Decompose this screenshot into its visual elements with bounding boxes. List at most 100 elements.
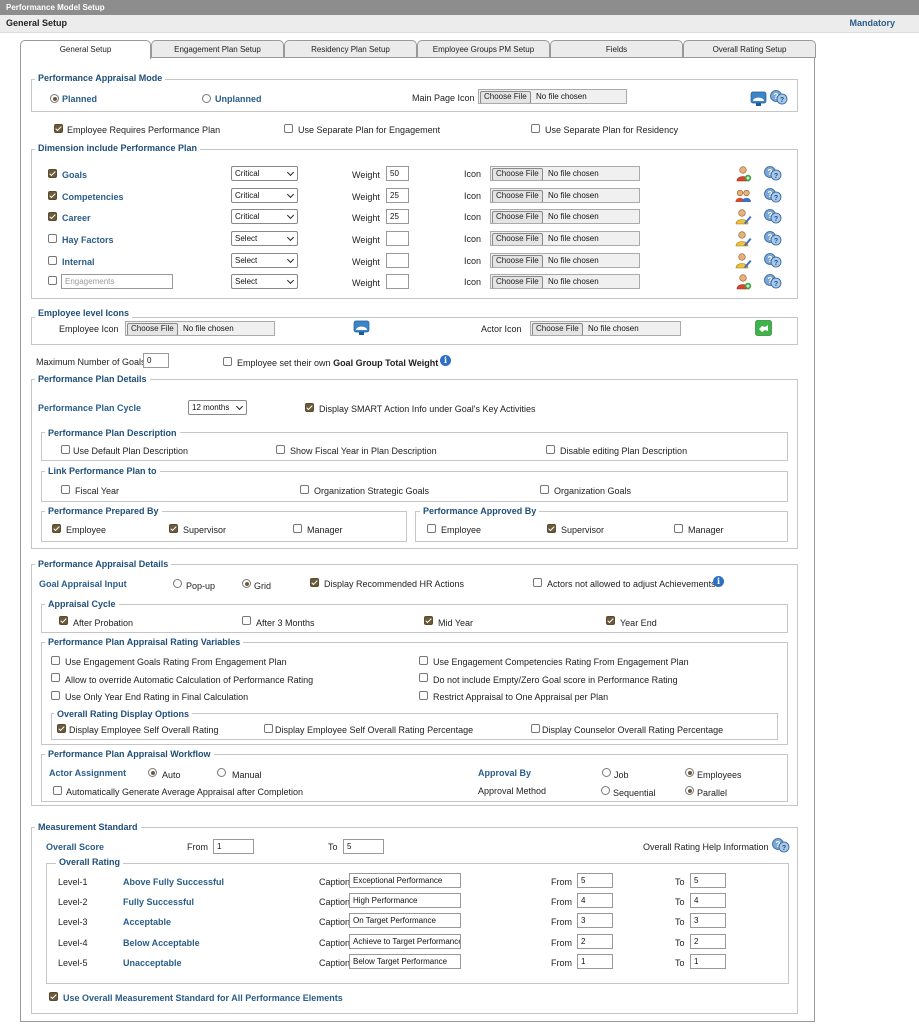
- job-radio[interactable]: [602, 768, 611, 777]
- tab-fields[interactable]: Fields: [550, 40, 683, 58]
- level-4-to-input[interactable]: 2: [690, 934, 726, 949]
- choose-file-button[interactable]: Choose File: [480, 91, 531, 103]
- show-fiscal-checkbox[interactable]: [276, 445, 285, 454]
- dimension-internal-weight-input[interactable]: [386, 253, 409, 268]
- auto-generate-checkbox[interactable]: [53, 786, 62, 795]
- display-rec-hr-checkbox[interactable]: [310, 578, 319, 587]
- level-1-from-input[interactable]: 5: [577, 873, 613, 888]
- sep-engagement-checkbox[interactable]: [284, 124, 293, 133]
- dimension-engagements-icon-file-input[interactable]: Choose File No file chosen: [490, 274, 640, 289]
- var-engagement-competencies-checkbox[interactable]: [419, 656, 428, 665]
- level-2-caption-input[interactable]: High Performance: [349, 893, 461, 908]
- prepared-manager-checkbox[interactable]: [293, 524, 302, 533]
- help-bubble-icon[interactable]: [770, 90, 788, 105]
- info-icon[interactable]: i: [713, 576, 724, 587]
- after-probation-checkbox[interactable]: [59, 616, 68, 625]
- choose-file-button[interactable]: Choose File: [492, 168, 543, 180]
- level-1-caption-input[interactable]: Exceptional Performance: [349, 873, 461, 888]
- help-bubble-icon[interactable]: [764, 253, 782, 268]
- own-goal-weight-checkbox[interactable]: [223, 357, 232, 366]
- dimension-hay-factors-icon-file-input[interactable]: Choose File No file chosen: [490, 231, 640, 246]
- level-4-from-input[interactable]: 2: [577, 934, 613, 949]
- help-bubble-icon[interactable]: [764, 166, 782, 181]
- year-end-checkbox[interactable]: [606, 616, 615, 625]
- dimension-internal-priority-select[interactable]: Select: [231, 253, 298, 268]
- auto-radio[interactable]: [148, 768, 157, 777]
- tab-general-setup[interactable]: General Setup: [20, 40, 151, 59]
- dimension-engagements-name-input[interactable]: Engagements: [61, 274, 173, 289]
- info-icon[interactable]: i: [440, 355, 451, 366]
- actors-not-allowed-checkbox[interactable]: [533, 578, 542, 587]
- actor-icon-file-input[interactable]: Choose File No file chosen: [530, 321, 681, 336]
- dimension-internal-checkbox[interactable]: [48, 256, 57, 265]
- sequential-radio[interactable]: [601, 786, 610, 795]
- mid-year-checkbox[interactable]: [424, 616, 433, 625]
- help-bubble-icon[interactable]: [764, 209, 782, 224]
- var-override-calc-checkbox[interactable]: [51, 673, 60, 682]
- tab-engagement-plan-setup[interactable]: Engagement Plan Setup: [151, 40, 284, 58]
- dimension-engagements-weight-input[interactable]: [386, 274, 409, 289]
- var-year-end-only-checkbox[interactable]: [51, 691, 60, 700]
- approved-supervisor-checkbox[interactable]: [547, 524, 556, 533]
- choose-file-button[interactable]: Choose File: [492, 255, 543, 267]
- choose-file-button[interactable]: Choose File: [492, 276, 543, 288]
- plan-cycle-select[interactable]: 12 months: [188, 400, 247, 415]
- level-5-from-input[interactable]: 1: [577, 954, 613, 969]
- overall-score-to-input[interactable]: 5: [343, 839, 384, 854]
- help-bubble-icon[interactable]: [772, 838, 790, 853]
- dimension-hay-factors-checkbox[interactable]: [48, 234, 57, 243]
- mandatory-link[interactable]: Mandatory: [849, 18, 895, 28]
- disable-edit-desc-checkbox[interactable]: [546, 445, 555, 454]
- dimension-goals-weight-input[interactable]: 50: [386, 166, 409, 181]
- dimension-competencies-weight-input[interactable]: 25: [386, 188, 409, 203]
- help-bubble-icon[interactable]: [764, 188, 782, 203]
- max-goals-input[interactable]: 0: [143, 353, 169, 368]
- dimension-career-weight-input[interactable]: 25: [386, 209, 409, 224]
- dimension-goals-icon-file-input[interactable]: Choose File No file chosen: [490, 166, 640, 181]
- level-2-to-input[interactable]: 4: [690, 893, 726, 908]
- manual-radio[interactable]: [217, 768, 226, 777]
- grid-radio[interactable]: [242, 579, 251, 588]
- choose-file-button[interactable]: Choose File: [492, 233, 543, 245]
- var-no-empty-score-checkbox[interactable]: [419, 673, 428, 682]
- tab-employee-groups-pm-setup[interactable]: Employee Groups PM Setup: [417, 40, 550, 58]
- display-counselor-pct-checkbox[interactable]: [531, 724, 540, 733]
- emp-requires-plan-checkbox[interactable]: [54, 124, 63, 133]
- level-3-to-input[interactable]: 3: [690, 913, 726, 928]
- planned-radio[interactable]: [50, 94, 59, 103]
- dimension-goals-checkbox[interactable]: [48, 169, 57, 178]
- sep-residency-checkbox[interactable]: [531, 124, 540, 133]
- popup-radio[interactable]: [173, 579, 182, 588]
- use-default-desc-checkbox[interactable]: [61, 445, 70, 454]
- main-page-icon-file-input[interactable]: Choose File No file chosen: [478, 89, 627, 104]
- dimension-engagements-priority-select[interactable]: Select: [231, 274, 298, 289]
- parallel-radio[interactable]: [685, 786, 694, 795]
- level-1-to-input[interactable]: 5: [690, 873, 726, 888]
- var-engagement-goals-checkbox[interactable]: [51, 656, 60, 665]
- overall-score-from-input[interactable]: 1: [213, 839, 254, 854]
- level-4-caption-input[interactable]: Achieve to Target Performance: [349, 934, 461, 949]
- level-5-to-input[interactable]: 1: [690, 954, 726, 969]
- prepared-employee-checkbox[interactable]: [52, 524, 61, 533]
- level-3-from-input[interactable]: 3: [577, 913, 613, 928]
- level-5-caption-input[interactable]: Below Target Performance: [349, 954, 461, 969]
- smart-action-checkbox[interactable]: [305, 403, 314, 412]
- org-strategic-goals-checkbox[interactable]: [300, 485, 309, 494]
- unplanned-radio[interactable]: [202, 94, 211, 103]
- level-3-caption-input[interactable]: On Target Performance: [349, 913, 461, 928]
- after-3-months-checkbox[interactable]: [242, 616, 251, 625]
- dimension-goals-priority-select[interactable]: Critical: [231, 166, 298, 181]
- dimension-internal-icon-file-input[interactable]: Choose File No file chosen: [490, 253, 640, 268]
- choose-file-button[interactable]: Choose File: [492, 211, 543, 223]
- tab-residency-plan-setup[interactable]: Residency Plan Setup: [284, 40, 417, 58]
- dimension-engagements-checkbox[interactable]: [48, 276, 57, 285]
- employees-radio[interactable]: [685, 768, 694, 777]
- level-2-from-input[interactable]: 4: [577, 893, 613, 908]
- dimension-hay-factors-weight-input[interactable]: [386, 231, 409, 246]
- choose-file-button[interactable]: Choose File: [492, 190, 543, 202]
- use-overall-standard-checkbox[interactable]: [49, 992, 58, 1001]
- dimension-career-icon-file-input[interactable]: Choose File No file chosen: [490, 209, 640, 224]
- dimension-career-priority-select[interactable]: Critical: [231, 209, 298, 224]
- approved-employee-checkbox[interactable]: [427, 524, 436, 533]
- dimension-career-checkbox[interactable]: [48, 212, 57, 221]
